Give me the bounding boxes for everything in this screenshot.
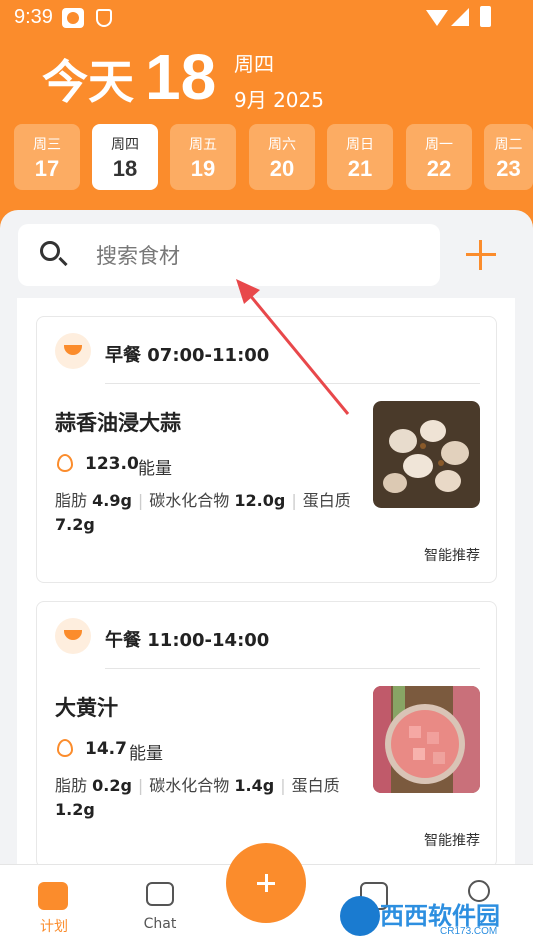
smart-recommend-label[interactable]: 智能推荐: [424, 545, 480, 565]
food-photo: [373, 686, 480, 793]
meal-card-lunch[interactable]: 午餐 11:00-14:00 大黄汁 14.7 能量 脂肪 0.2g | 碳水化合物…: [36, 601, 497, 868]
day-chip-number: 20: [269, 156, 295, 181]
divider: [105, 668, 480, 669]
status-bar: 9:39: [0, 0, 533, 36]
today-month-year: 9月 2025: [234, 88, 324, 112]
meal-title: 午餐 11:00-14:00: [105, 630, 270, 651]
annotation-arrow: [236, 279, 350, 415]
nav-label-chat: Chat: [143, 916, 177, 932]
day-chip-number: 23: [496, 156, 521, 181]
day-chip-number: 21: [347, 156, 373, 181]
watermark: 西西软件园 CR173.COM: [340, 890, 530, 942]
day-chip-weekday: 周四: [111, 137, 139, 153]
add-food-button[interactable]: [466, 240, 496, 270]
day-chip[interactable]: 周二 23: [484, 124, 533, 190]
today-day-number: 18: [145, 41, 217, 113]
battery-icon: [480, 6, 491, 27]
fire-icon: [57, 454, 73, 472]
day-chip-number: 17: [34, 156, 60, 181]
protein-value: 7.2g: [55, 515, 95, 534]
today-weekday: 周四: [234, 52, 274, 76]
bowl-icon: [55, 333, 91, 369]
food-photo: [373, 401, 480, 508]
day-chip-weekday: 周日: [346, 137, 374, 153]
fat-value: 4.9g: [92, 491, 132, 510]
today-label: 今天: [42, 55, 134, 109]
day-chip[interactable]: 周五 19: [170, 124, 236, 190]
nutrient-summary: 脂肪 4.9g | 碳水化合物 12.0g | 蛋白质 7.2g: [55, 491, 351, 534]
watermark-logo: [340, 896, 380, 936]
day-chip-number: 22: [426, 156, 452, 181]
nav-item-plan[interactable]: 计划: [14, 864, 94, 948]
fat-label: 脂肪: [55, 491, 88, 510]
fire-icon: [57, 739, 73, 757]
carb-value: 12.0g: [234, 491, 286, 510]
energy-value: 123.0: [85, 454, 139, 474]
header: [0, 0, 533, 240]
shield-icon: [96, 9, 112, 27]
day-chip-weekday: 周五: [189, 137, 217, 153]
day-chip-weekday: 周六: [268, 137, 296, 153]
fat-label: 脂肪: [55, 776, 88, 795]
nav-label-plan: 计划: [40, 919, 68, 935]
food-name: 蒜香油浸大蒜: [55, 411, 181, 435]
energy-label: 能量: [129, 744, 163, 764]
day-chip-number: 18: [112, 156, 138, 181]
search-input[interactable]: [18, 224, 440, 286]
energy-value: 14.7: [85, 739, 127, 759]
signal-icon: [451, 8, 469, 26]
day-chip[interactable]: 周六 20: [249, 124, 315, 190]
nav-item-chat[interactable]: Chat: [120, 864, 200, 948]
carb-value: 1.4g: [234, 776, 275, 795]
carb-label: 碳水化合物: [149, 776, 230, 795]
day-chip-selected[interactable]: 周四 18: [92, 124, 158, 190]
nutrient-summary: 脂肪 0.2g | 碳水化合物 1.4g | 蛋白质 1.2g: [55, 776, 340, 819]
watermark-url: CR173.COM: [440, 926, 498, 937]
wifi-icon: [426, 10, 448, 26]
fat-value: 0.2g: [92, 776, 132, 795]
bowl-icon: [55, 618, 91, 654]
search-icon: [40, 241, 60, 261]
day-chip[interactable]: 周日 21: [327, 124, 393, 190]
protein-label: 蛋白质: [302, 491, 351, 510]
protein-value: 1.2g: [55, 800, 95, 819]
day-chip[interactable]: 周一 22: [406, 124, 472, 190]
app-notification-icon: [62, 8, 84, 28]
protein-label: 蛋白质: [291, 776, 340, 795]
day-chip-weekday: 周三: [33, 137, 61, 153]
smart-recommend-label[interactable]: 智能推荐: [424, 830, 480, 850]
day-chip-number: 19: [190, 156, 216, 181]
chat-icon: [146, 882, 174, 906]
add-button[interactable]: [226, 843, 306, 923]
status-time: 9:39: [14, 6, 53, 28]
day-chip-weekday: 周一: [425, 137, 453, 153]
day-chip[interactable]: 周三 17: [14, 124, 80, 190]
calendar-icon: [38, 882, 68, 910]
day-chip-weekday: 周二: [494, 137, 523, 153]
carb-label: 碳水化合物: [149, 491, 230, 510]
search-placeholder: 搜索食材: [96, 244, 180, 268]
food-name: 大黄汁: [55, 696, 118, 720]
energy-label: 能量: [138, 459, 172, 479]
